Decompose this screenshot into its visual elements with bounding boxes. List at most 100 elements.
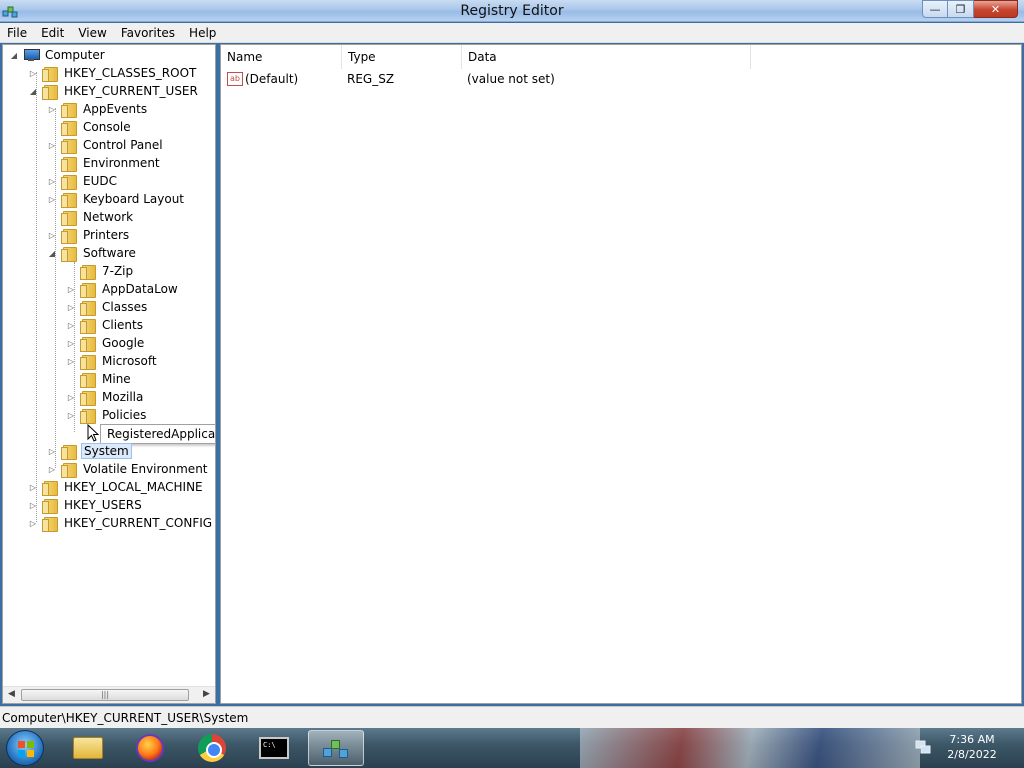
menu-edit[interactable]: Edit [34,26,71,40]
folder-icon [80,336,96,352]
minimize-button[interactable]: — [922,0,948,18]
tree-node-environment[interactable]: Environment [47,154,162,172]
column-header-type[interactable]: Type [342,45,462,69]
close-button[interactable]: ✕ [974,0,1018,18]
registry-editor-icon [321,734,351,762]
expand-arrow-icon[interactable]: ▷ [47,460,57,478]
tree-node-volatile-environment[interactable]: ▷ Volatile Environment [47,460,210,478]
collapse-arrow-icon[interactable]: ◢ [47,244,57,262]
status-path: Computer\HKEY_CURRENT_USER\System [2,711,249,725]
tree-node-keyboard-layout[interactable]: ▷ Keyboard Layout [47,190,186,208]
tree-node-hkey-local-machine[interactable]: ▷ HKEY_LOCAL_MACHINE [28,478,205,496]
tree-node-policies[interactable]: ▷ Policies [66,406,148,424]
tree-label: Keyboard Layout [83,192,185,206]
expand-arrow-icon[interactable]: ▷ [47,442,57,460]
start-button[interactable] [6,730,44,766]
value-row[interactable]: ab (Default) REG_SZ (value not set) [221,70,667,88]
expand-arrow-icon[interactable]: ▷ [28,496,38,514]
expand-arrow-icon[interactable]: ▷ [47,226,57,244]
menu-favorites[interactable]: Favorites [114,26,182,40]
folder-icon [80,354,96,370]
column-header-data[interactable]: Data [462,45,751,69]
expand-arrow-icon[interactable]: ▷ [66,352,76,370]
windows-logo-icon [18,741,34,757]
tree-node-hkey-users[interactable]: ▷ HKEY_USERS [28,496,144,514]
tree-horizontal-scrollbar[interactable]: ◀ ||| ▶ [3,686,215,703]
tree-label: AppDataLow [102,282,178,296]
registry-tree-pane[interactable]: ◢ Computer ▷ HKEY_CLASSES_ROOT ◢ HKEY_CU… [2,44,216,704]
values-list-pane[interactable]: Name Type Data ab (Default) REG_SZ (valu… [220,44,1022,704]
maximize-button[interactable]: ❐ [948,0,974,18]
expand-arrow-icon[interactable]: ▷ [47,100,57,118]
tree-node-console[interactable]: Console [47,118,133,136]
tree-node-printers[interactable]: ▷ Printers [47,226,131,244]
tree-label: AppEvents [83,102,148,116]
tree-node-mozilla[interactable]: ▷ Mozilla [66,388,145,406]
taskbar-explorer-button[interactable] [60,730,116,766]
expand-arrow-icon[interactable]: ▷ [47,190,57,208]
tree-node-hkey-current-user[interactable]: ◢ HKEY_CURRENT_USER [28,82,200,100]
tree-node-clients[interactable]: ▷ Clients [66,316,145,334]
collapse-arrow-icon[interactable]: ◢ [9,46,19,64]
tree-node-hkey-current-config[interactable]: ▷ HKEY_CURRENT_CONFIG [28,514,214,532]
menu-file[interactable]: File [0,26,34,40]
folder-icon [42,498,58,514]
tree-label: Mozilla [102,390,144,404]
tree-node-network[interactable]: Network [47,208,135,226]
taskbar-wallpaper [580,728,920,768]
expand-arrow-icon[interactable]: ▷ [66,388,76,406]
menu-view[interactable]: View [71,26,113,40]
expand-arrow-icon[interactable]: ▷ [28,64,38,82]
expand-arrow-icon[interactable]: ▷ [28,514,38,532]
string-value-icon: ab [227,72,243,86]
folder-icon [61,138,77,154]
taskbar: C:\ 7:36 AM 2/8/2022 [0,728,1024,768]
value-name: (Default) [245,72,299,86]
folder-icon [42,84,58,100]
tree-node-eudc[interactable]: ▷ EUDC [47,172,119,190]
menu-help[interactable]: Help [182,26,223,40]
taskbar-firefox-button[interactable] [122,730,178,766]
tree-node-software[interactable]: ◢ Software [47,244,138,262]
system-clock[interactable]: 7:36 AM 2/8/2022 [940,732,1004,762]
tree-node-appdatalow[interactable]: ▷ AppDataLow [66,280,180,298]
tree-node-google[interactable]: ▷ Google [66,334,146,352]
tree-node-appevents[interactable]: ▷ AppEvents [47,100,149,118]
expand-arrow-icon[interactable]: ▷ [66,406,76,424]
chrome-icon [198,734,226,762]
tree-node-classes[interactable]: ▷ Classes [66,298,149,316]
tree-label: 7-Zip [102,264,134,278]
tree-node-7zip[interactable]: 7-Zip [66,262,135,280]
expand-arrow-icon[interactable]: ▷ [47,172,57,190]
tree-node-hkey-classes-root[interactable]: ▷ HKEY_CLASSES_ROOT [28,64,198,82]
taskbar-cmd-button[interactable]: C:\ [246,730,302,766]
expand-arrow-icon[interactable]: ▷ [66,334,76,352]
column-header-name[interactable]: Name [221,45,342,69]
folder-icon [61,174,77,190]
list-header: Name Type Data [221,45,1021,69]
expand-arrow-icon[interactable]: ▷ [28,478,38,496]
collapse-arrow-icon[interactable]: ◢ [28,82,38,100]
taskbar-chrome-button[interactable] [184,730,240,766]
folder-icon [80,300,96,316]
folder-icon [42,480,58,496]
tree-label: Mine [102,372,131,386]
tree-node-system[interactable]: ▷ System [47,442,132,460]
scrollbar-thumb[interactable]: ||| [21,689,189,701]
tree-node-microsoft[interactable]: ▷ Microsoft [66,352,159,370]
expand-arrow-icon[interactable]: ▷ [66,316,76,334]
expand-arrow-icon[interactable]: ▷ [47,136,57,154]
tree-node-computer[interactable]: ◢ Computer [9,46,107,64]
folder-icon [61,102,77,118]
folder-icon [61,156,77,172]
taskbar-regedit-button[interactable] [308,730,364,766]
scroll-left-arrow-icon[interactable]: ◀ [8,689,15,699]
network-tray-icon[interactable] [914,738,932,756]
tree-node-control-panel[interactable]: ▷ Control Panel [47,136,165,154]
tree-label: Console [83,120,131,134]
folder-icon [61,192,77,208]
scroll-right-arrow-icon[interactable]: ▶ [203,689,210,699]
tree-node-mine[interactable]: Mine [66,370,133,388]
expand-arrow-icon[interactable]: ▷ [66,280,76,298]
expand-arrow-icon[interactable]: ▷ [66,298,76,316]
